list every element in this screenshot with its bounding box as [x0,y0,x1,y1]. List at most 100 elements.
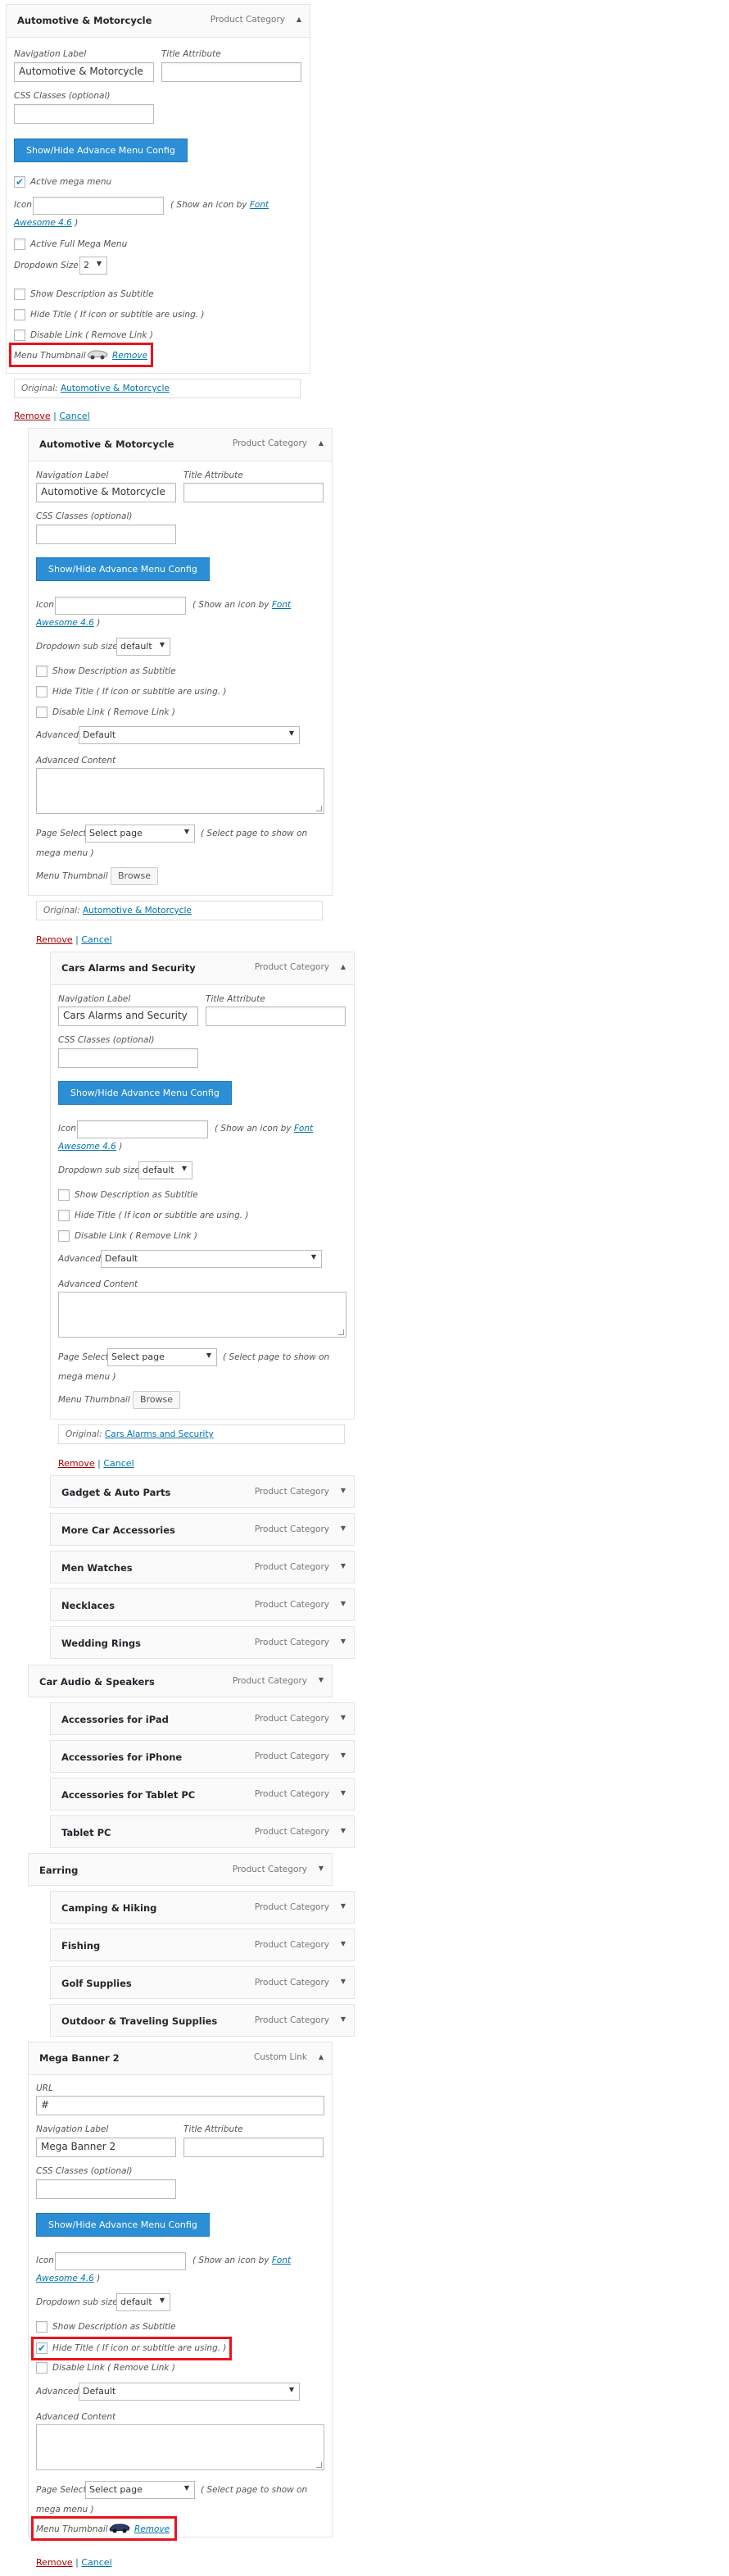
menu-item-collapsed[interactable]: Accessories for iPad Product Category ▼ [50,1702,355,1735]
arrow-down-icon[interactable]: ▼ [319,1865,324,1872]
page-select[interactable]: Select page ▼ [85,825,195,843]
arrow-down-icon[interactable]: ▼ [341,1827,346,1834]
advanced-content-textarea[interactable] [58,1292,346,1338]
show-description-checkbox[interactable] [14,288,25,300]
arrow-up-icon[interactable]: ▲ [297,16,301,23]
icon-input[interactable] [55,597,186,615]
disable-link-checkbox[interactable] [14,329,25,341]
font-awesome-link-2[interactable]: Awesome 4.6 [36,618,94,628]
icon-input[interactable] [77,1120,208,1138]
show-description-checkbox[interactable] [58,1189,70,1201]
menu-item-header[interactable]: Cars Alarms and Security Product Categor… [51,952,354,985]
dropdown-sub-select[interactable]: default ▼ [116,638,170,656]
cancel-link[interactable]: Cancel [81,934,111,945]
arrow-down-icon[interactable]: ▼ [341,1487,346,1494]
cancel-link[interactable]: Cancel [81,2557,111,2568]
page-select[interactable]: Select page ▼ [107,1348,217,1366]
arrow-down-icon[interactable]: ▼ [341,1562,346,1570]
font-awesome-link-2[interactable]: Awesome 4.6 [14,218,72,228]
menu-item-header[interactable]: Mega Banner 2 Custom Link ▲ [29,2042,332,2075]
dropdown-size-select[interactable]: 2 ▼ [79,257,107,275]
remove-link[interactable]: Remove [58,1458,95,1469]
advance-config-button[interactable]: Show/Hide Advance Menu Config [36,557,210,581]
nav-label-input[interactable]: Automotive & Motorcycle [36,483,176,502]
menu-item-collapsed[interactable]: Tablet PC Product Category ▼ [50,1815,355,1848]
css-classes-input[interactable] [36,2179,176,2199]
menu-item-collapsed[interactable]: Accessories for Tablet PC Product Categor… [50,1778,355,1810]
hide-title-checkbox[interactable] [14,309,25,320]
menu-item-collapsed[interactable]: Wedding Rings Product Category ▼ [50,1626,355,1659]
page-select[interactable]: Select page ▼ [85,2481,195,2499]
hide-title-checkbox[interactable] [36,686,48,697]
nav-label-input[interactable]: Cars Alarms and Security [58,1006,198,1026]
advance-config-button[interactable]: Show/Hide Advance Menu Config [58,1081,232,1105]
css-classes-input[interactable] [36,525,176,544]
dropdown-sub-select[interactable]: default ▼ [116,2293,170,2311]
arrow-down-icon[interactable]: ▼ [341,1524,346,1532]
title-attr-input[interactable] [161,62,301,82]
nav-label-input[interactable]: Automotive & Motorcycle [14,62,154,82]
title-attr-input[interactable] [206,1006,346,1026]
cancel-link[interactable]: Cancel [59,411,89,421]
font-awesome-link[interactable]: Font [272,600,291,610]
arrow-up-icon[interactable]: ▲ [319,439,324,447]
thumbnail-remove-link[interactable]: Remove [134,2524,170,2534]
arrow-down-icon[interactable]: ▼ [341,1600,346,1607]
show-description-checkbox[interactable] [36,2321,48,2333]
nav-label-input[interactable]: Mega Banner 2 [36,2138,176,2157]
font-awesome-link-2[interactable]: Awesome 4.6 [58,1142,116,1152]
hide-title-checkbox[interactable]: ✔ [36,2342,48,2354]
original-link[interactable]: Automotive & Motorcycle [61,384,170,393]
remove-link[interactable]: Remove [36,934,73,945]
title-attr-input[interactable] [183,2138,324,2157]
disable-link-checkbox[interactable] [58,1230,70,1242]
remove-link[interactable]: Remove [14,411,51,421]
original-link[interactable]: Cars Alarms and Security [105,1429,214,1439]
arrow-down-icon[interactable]: ▼ [341,1751,346,1759]
advanced-select[interactable]: Default ▼ [101,1250,322,1268]
arrow-up-icon[interactable]: ▲ [341,963,346,970]
advanced-content-textarea[interactable] [36,2424,324,2470]
disable-link-checkbox[interactable] [36,2362,48,2374]
menu-item-collapsed[interactable]: Golf Supplies Product Category ▼ [50,1966,355,1999]
advanced-select[interactable]: Default ▼ [79,726,300,744]
hide-title-checkbox[interactable] [58,1210,70,1221]
menu-item-collapsed[interactable]: Earring Product Category ▼ [28,1853,333,1886]
arrow-down-icon[interactable]: ▼ [341,1789,346,1797]
browse-button[interactable]: Browse [111,867,159,885]
advanced-select[interactable]: Default ▼ [79,2383,300,2401]
active-full-mega-checkbox[interactable] [14,239,25,250]
menu-item-collapsed[interactable]: Gadget & Auto Parts Product Category ▼ [50,1475,355,1508]
menu-item-collapsed[interactable]: Accessories for iPhone Product Category ▼ [50,1740,355,1773]
disable-link-checkbox[interactable] [36,706,48,718]
arrow-down-icon[interactable]: ▼ [341,1638,346,1645]
menu-item-collapsed[interactable]: Car Audio & Speakers Product Category ▼ [28,1665,333,1697]
css-classes-input[interactable] [14,104,154,124]
dropdown-sub-select[interactable]: default ▼ [138,1161,192,1179]
title-attr-input[interactable] [183,483,324,502]
arrow-down-icon[interactable]: ▼ [341,1714,346,1721]
arrow-down-icon[interactable]: ▼ [341,1940,346,1947]
icon-input[interactable] [33,197,164,215]
arrow-down-icon[interactable]: ▼ [319,1676,324,1683]
menu-item-header[interactable]: Automotive & Motorcycle Product Category… [7,5,310,38]
font-awesome-link[interactable]: Font [250,200,269,210]
advanced-content-textarea[interactable] [36,768,324,814]
browse-button[interactable]: Browse [133,1391,181,1409]
icon-input[interactable] [55,2252,186,2270]
arrow-down-icon[interactable]: ▼ [341,2015,346,2023]
menu-item-collapsed[interactable]: Fishing Product Category ▼ [50,1929,355,1961]
remove-link[interactable]: Remove [36,2557,73,2568]
url-input[interactable]: # [36,2096,324,2115]
menu-item-collapsed[interactable]: Outdoor & Traveling Supplies Product Cate… [50,2004,355,2037]
arrow-down-icon[interactable]: ▼ [341,1902,346,1910]
original-link[interactable]: Automotive & Motorcycle [83,906,192,915]
advance-config-button[interactable]: Show/Hide Advance Menu Config [36,2213,210,2237]
arrow-up-icon[interactable]: ▲ [319,2053,324,2060]
menu-item-collapsed[interactable]: Men Watches Product Category ▼ [50,1551,355,1583]
thumbnail-remove-link[interactable]: Remove [112,351,147,361]
font-awesome-link[interactable]: Font [272,2256,291,2265]
css-classes-input[interactable] [58,1048,198,1068]
show-description-checkbox[interactable] [36,666,48,677]
arrow-down-icon[interactable]: ▼ [341,1978,346,1985]
